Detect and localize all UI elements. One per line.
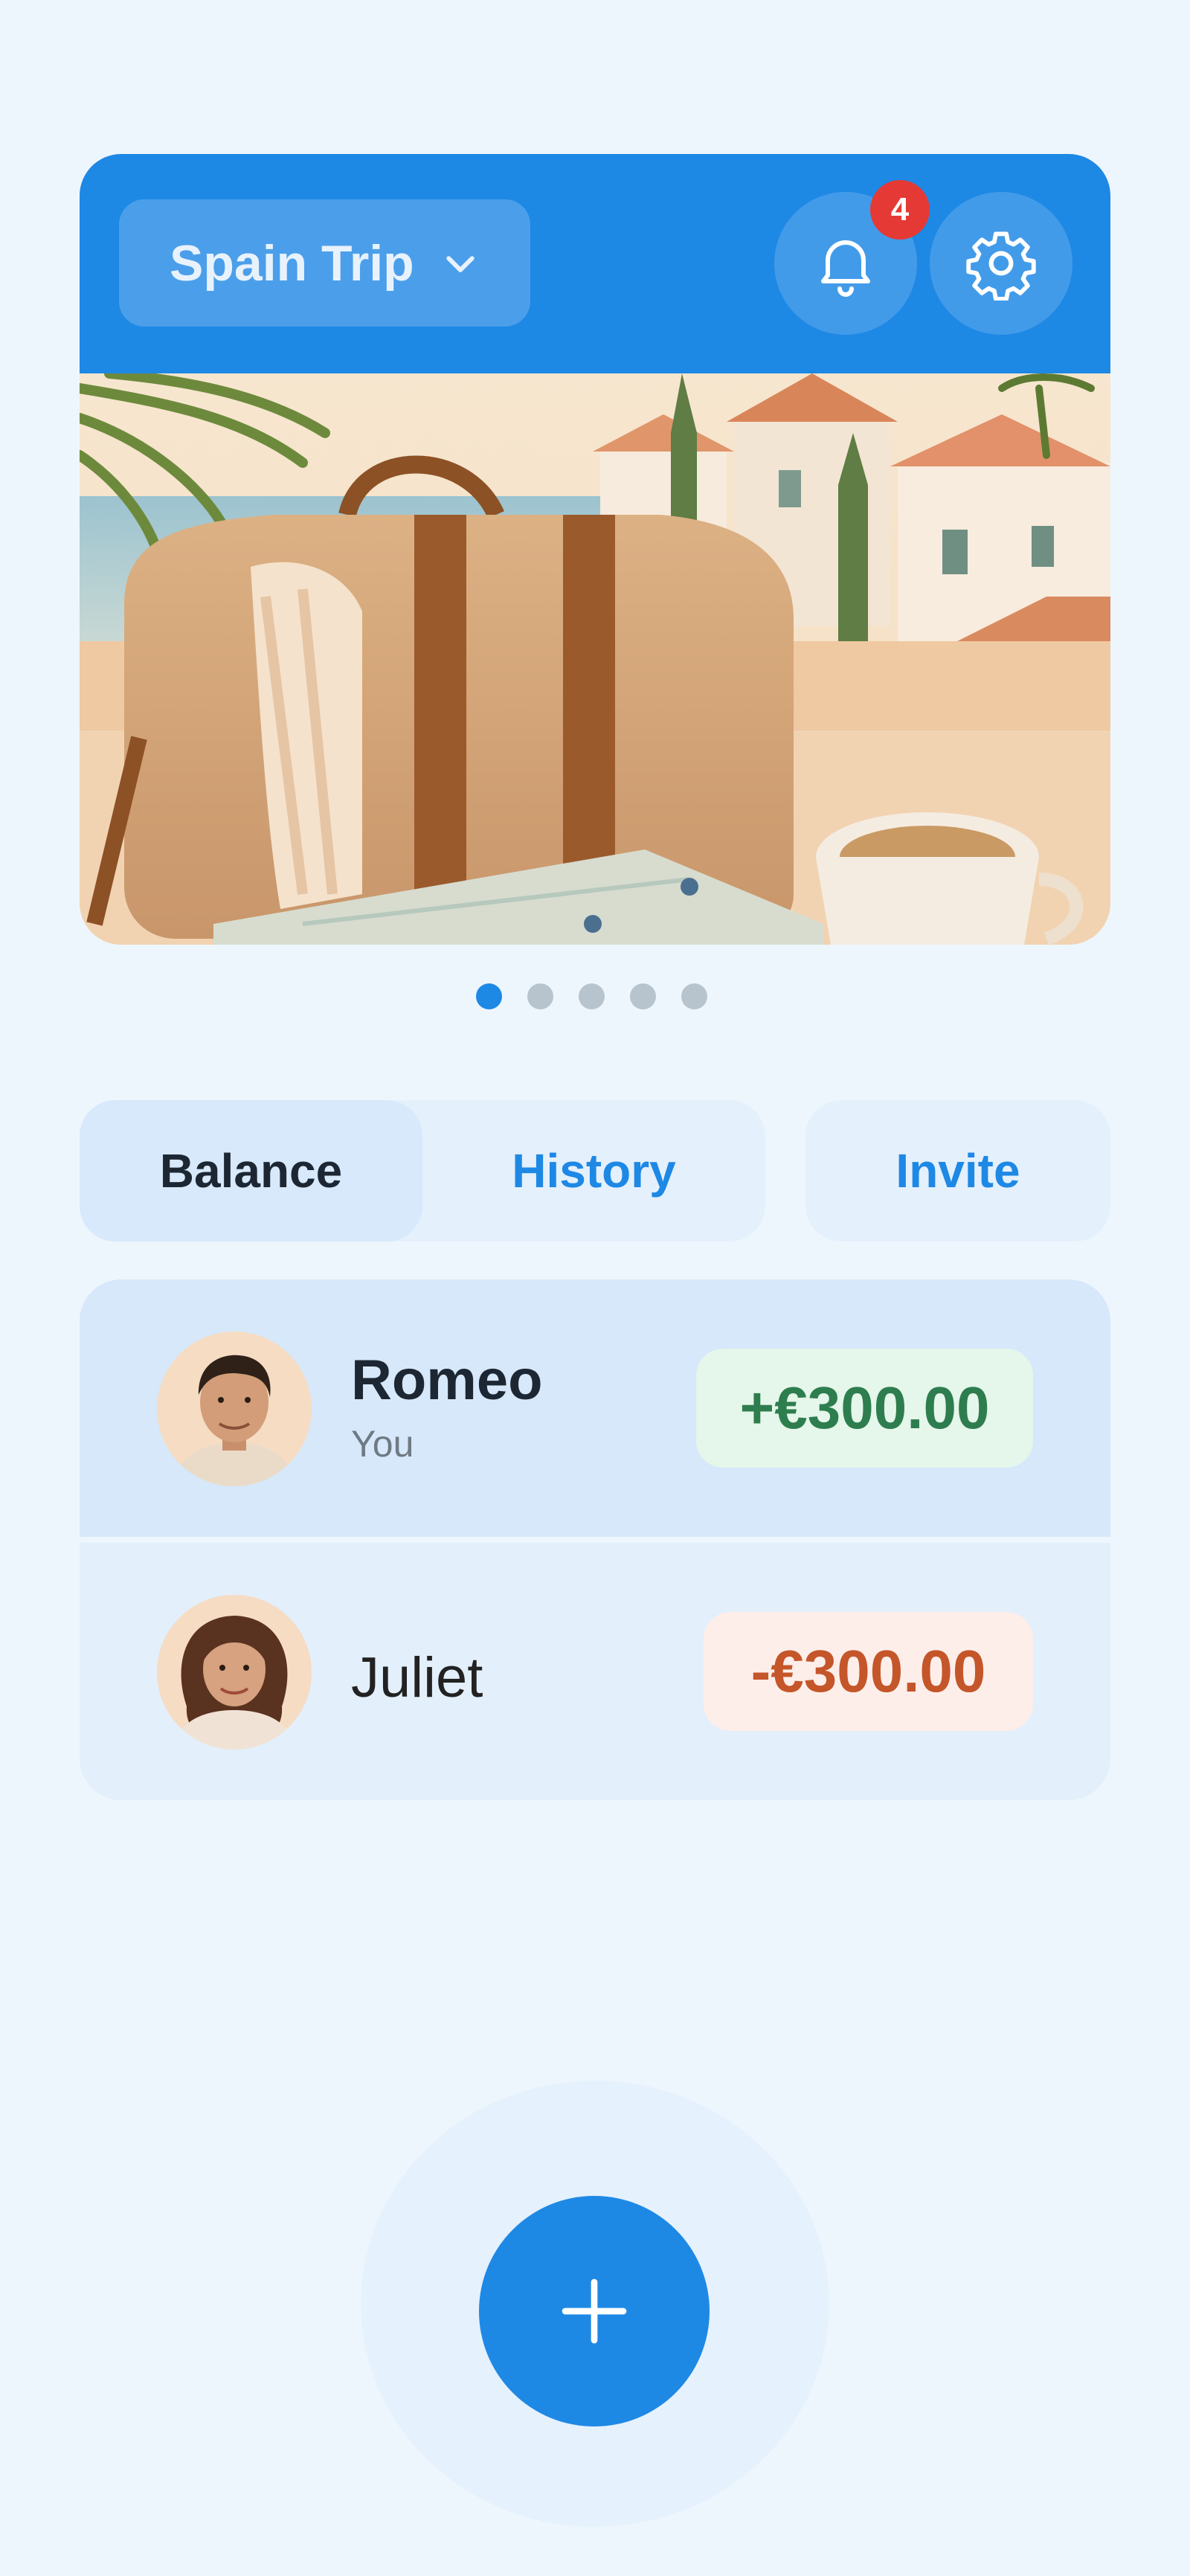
carousel-dot[interactable] bbox=[476, 983, 502, 1009]
gear-icon bbox=[966, 231, 1036, 301]
plus-icon bbox=[562, 2278, 627, 2344]
settings-button[interactable] bbox=[930, 192, 1072, 335]
member-name: Romeo bbox=[351, 1349, 543, 1412]
chevron-down-icon bbox=[440, 242, 481, 284]
carousel-dot[interactable] bbox=[630, 983, 656, 1009]
member-subtitle: You bbox=[351, 1423, 414, 1465]
carousel-indicator[interactable] bbox=[476, 983, 707, 1009]
balance-amount-positive: +€300.00 bbox=[696, 1349, 1033, 1468]
divider bbox=[80, 1537, 1110, 1543]
balance-list: Romeo You +€300.00 Juliet -€300.00 bbox=[80, 1279, 1110, 1800]
tab-history[interactable]: History bbox=[422, 1100, 765, 1242]
trip-cover-image[interactable] bbox=[80, 373, 1110, 945]
carousel-dot[interactable] bbox=[579, 983, 605, 1009]
carousel-dot[interactable] bbox=[681, 983, 707, 1009]
avatar bbox=[157, 1332, 312, 1486]
notification-badge: 4 bbox=[870, 180, 930, 240]
tab-balance[interactable]: Balance bbox=[80, 1100, 422, 1242]
add-expense-button[interactable] bbox=[479, 2196, 710, 2426]
list-item[interactable]: Juliet -€300.00 bbox=[80, 1543, 1110, 1800]
member-name: Juliet bbox=[351, 1646, 483, 1709]
avatar bbox=[157, 1595, 312, 1750]
balance-amount-negative: -€300.00 bbox=[704, 1612, 1033, 1731]
trip-selector[interactable]: Spain Trip bbox=[119, 199, 530, 327]
carousel-dot[interactable] bbox=[527, 983, 553, 1009]
list-item[interactable]: Romeo You +€300.00 bbox=[80, 1279, 1110, 1537]
bell-icon bbox=[821, 240, 870, 297]
invite-button[interactable]: Invite bbox=[805, 1100, 1110, 1242]
view-tabs: Balance History bbox=[80, 1100, 765, 1242]
trip-name: Spain Trip bbox=[170, 234, 414, 292]
